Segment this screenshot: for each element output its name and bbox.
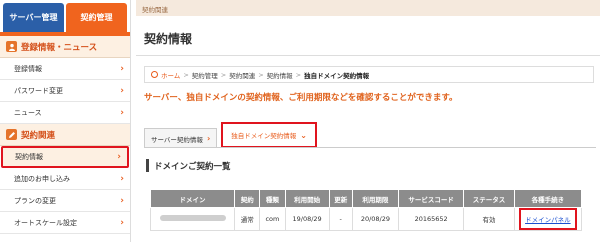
- contract-tabs: サーバー契約情報 › 独自ドメイン契約情報 ⌄: [144, 122, 317, 148]
- sidebar: サーバー管理 契約管理 登録情報・ニュース 登録情報 › パスワード変更 › ニ…: [0, 0, 131, 242]
- sidebar-item-password[interactable]: パスワード変更 ›: [0, 80, 130, 102]
- column-header: 利用期限: [351, 189, 400, 208]
- column-header: 各種手続き: [513, 189, 583, 208]
- chevron-right-icon: ›: [117, 152, 121, 162]
- tab-contract-management[interactable]: 契約管理: [66, 3, 127, 32]
- chevron-right-icon: ›: [120, 107, 124, 118]
- table-header-row: ドメイン 契約 種類 利用開始 更新 利用期限 サービスコード ステータス 各種…: [149, 189, 583, 208]
- sidebar-item-label: 契約情報: [15, 153, 43, 161]
- table-cell: 20/08/29: [351, 207, 400, 231]
- domain-list-heading: ドメインご契約一覧: [146, 159, 231, 172]
- sidebar-item-registration[interactable]: 登録情報 ›: [0, 58, 130, 80]
- chevron-right-icon: ›: [120, 85, 124, 96]
- notice-text: サーバー、独自ドメインの契約情報、ご利用期限などを確認することができます。: [144, 93, 458, 103]
- column-header: 契約: [234, 189, 261, 208]
- column-header: 種類: [259, 189, 286, 208]
- person-icon: [6, 41, 17, 52]
- breadcrumb-separator: >: [295, 70, 302, 79]
- tab-server-management[interactable]: サーバー管理: [3, 3, 64, 32]
- tab-server-contract[interactable]: サーバー契約情報 ›: [144, 128, 218, 148]
- section-title: 登録情報・ニュース: [21, 42, 98, 53]
- sidebar-item-add-application[interactable]: 追加のお申し込み ›: [0, 168, 130, 190]
- breadcrumb-item[interactable]: 契約関連: [229, 70, 255, 80]
- section-contract: 契約関連: [0, 124, 130, 146]
- section-label: 契約関連: [136, 0, 600, 16]
- sidebar-item-plan-change[interactable]: プランの変更 ›: [0, 190, 130, 212]
- pencil-icon: [6, 129, 17, 140]
- redacted-domain: [159, 215, 226, 221]
- chevron-right-icon: ›: [120, 63, 124, 74]
- sidebar-item-label: オートスケール設定: [14, 218, 77, 227]
- breadcrumb-current: 独自ドメイン契約情報: [304, 71, 370, 80]
- sidebar-item-label: 登録情報: [14, 64, 42, 73]
- sidebar-item-label: パスワード変更: [14, 86, 63, 95]
- column-header: 更新: [328, 189, 353, 208]
- table-cell: 通常: [234, 207, 261, 231]
- section-registration-news: 登録情報・ニュース: [0, 36, 130, 58]
- sidebar-item-autoscale[interactable]: オートスケール設定 ›: [0, 212, 130, 234]
- tab-label: 独自ドメイン契約情報: [231, 132, 297, 140]
- table-cell: -: [328, 207, 353, 231]
- breadcrumb-item[interactable]: 契約情報: [267, 70, 293, 80]
- home-circle-icon: [151, 71, 158, 78]
- table-cell: com: [259, 207, 286, 231]
- breadcrumb-home-link[interactable]: ホーム: [161, 70, 180, 80]
- breadcrumb-separator: >: [220, 70, 227, 79]
- column-header: サービスコード: [398, 189, 465, 208]
- breadcrumb-item[interactable]: 契約管理: [192, 70, 218, 80]
- column-header: 利用開始: [284, 189, 330, 208]
- sidebar-item-label: プランの変更: [14, 196, 56, 205]
- domain-table: ドメイン 契約 種類 利用開始 更新 利用期限 サービスコード ステータス 各種…: [149, 189, 583, 231]
- breadcrumb-separator: >: [258, 70, 264, 79]
- tab-label: サーバー契約情報: [151, 135, 203, 144]
- table-cell: 20165652: [398, 207, 465, 231]
- sidebar-top-tabs: サーバー管理 契約管理: [0, 0, 130, 32]
- table-row: 通常 com 19/08/29 - 20/08/29 20165652 有効 ド…: [149, 207, 583, 231]
- sidebar-item-label: 追加のお申し込み: [14, 174, 70, 183]
- domain-panel-link[interactable]: ドメインパネル: [519, 208, 577, 230]
- breadcrumb: ホーム > 契約管理 > 契約関連 > 契約情報 > 独自ドメイン契約情報: [144, 66, 594, 83]
- column-header: ドメイン: [149, 189, 236, 208]
- sidebar-item-news[interactable]: ニュース ›: [0, 102, 130, 124]
- chevron-down-icon: ⌄: [300, 130, 307, 140]
- chevron-right-icon: ›: [120, 195, 124, 206]
- table-cell: 有効: [463, 207, 515, 231]
- actions-cell: ドメインパネル: [513, 207, 583, 231]
- breadcrumb-separator: >: [183, 70, 189, 79]
- column-header: ステータス: [463, 189, 515, 208]
- domain-cell: [149, 207, 236, 231]
- page-title: 契約情報: [136, 16, 600, 56]
- tab-domain-contract[interactable]: 独自ドメイン契約情報 ⌄: [221, 122, 317, 148]
- chevron-right-icon: ›: [120, 217, 124, 228]
- chevron-right-icon: ›: [206, 134, 211, 143]
- chevron-right-icon: ›: [120, 173, 124, 184]
- tabs-divider: [144, 147, 596, 148]
- sidebar-item-contract-info[interactable]: 契約情報 ›: [1, 146, 129, 168]
- table-cell: 19/08/29: [284, 207, 330, 231]
- sidebar-item-label: ニュース: [14, 108, 42, 117]
- section-title: 契約関連: [21, 130, 56, 141]
